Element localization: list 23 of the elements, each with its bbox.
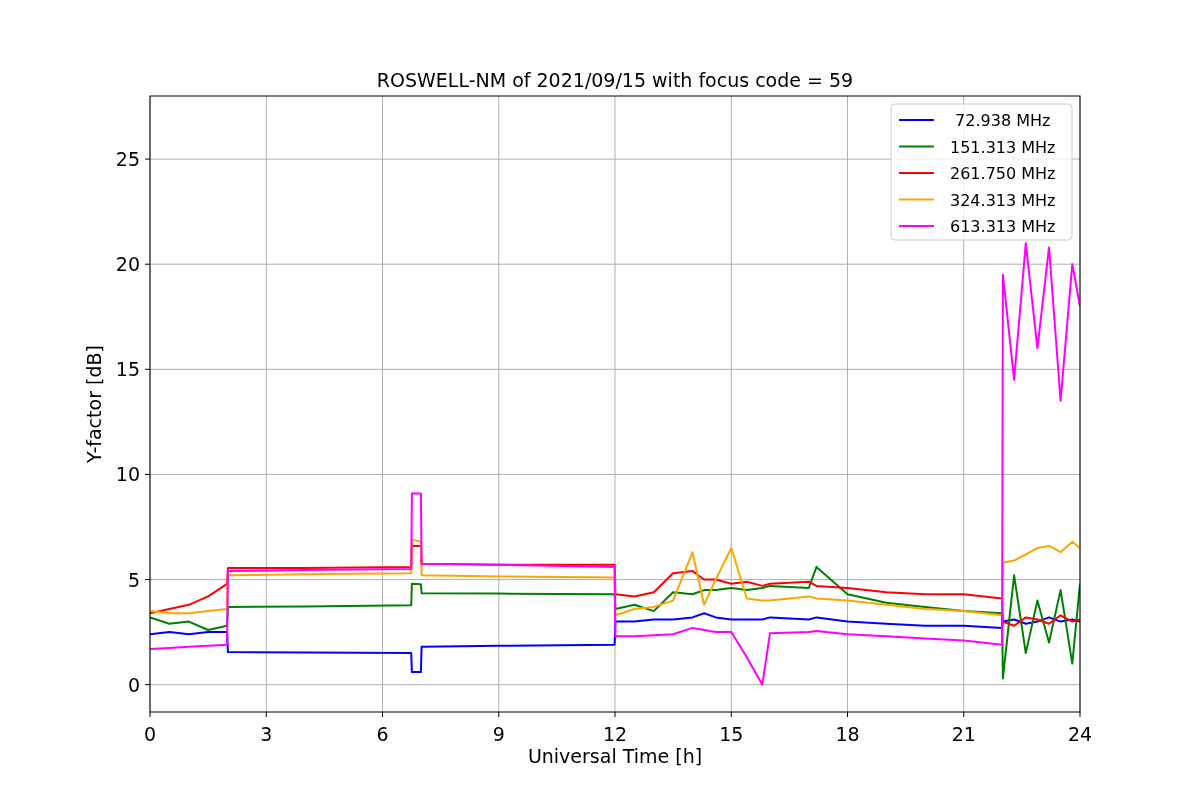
x-tick-label: 3 — [260, 723, 273, 745]
legend-label: 261.750 MHz — [950, 164, 1056, 183]
y-tick-label: 20 — [115, 253, 140, 276]
x-tick-label: 6 — [376, 723, 389, 745]
y-tick-label: 25 — [115, 148, 140, 171]
y-tick-label: 0 — [127, 673, 140, 696]
chart-title: ROSWELL-NM of 2021/09/15 with focus code = 59 — [376, 69, 854, 91]
y-tick-label: 15 — [115, 358, 140, 381]
x-tick-label: 0 — [143, 723, 157, 745]
legend-label: 324.313 MHz — [950, 190, 1056, 210]
legend-label: 613.313 MHz — [950, 217, 1056, 236]
legend-label: 151.313 MHz — [950, 137, 1056, 157]
x-tick-label: 9 — [492, 723, 505, 745]
legend-label: 72.938 MHz — [955, 111, 1051, 130]
x-tick-label: 12 — [602, 723, 628, 745]
x-tick-label: 24 — [1067, 723, 1093, 745]
y-axis-label: Y-factor [dB] — [83, 345, 105, 463]
x-tick-label: 18 — [835, 723, 860, 745]
x-tick-label: 21 — [951, 723, 976, 745]
x-axis-label: Universal Time [h] — [527, 745, 703, 767]
y-tick-label: 5 — [127, 568, 140, 591]
y-tick-label: 10 — [115, 463, 140, 486]
x-tick-label: 15 — [719, 723, 744, 745]
